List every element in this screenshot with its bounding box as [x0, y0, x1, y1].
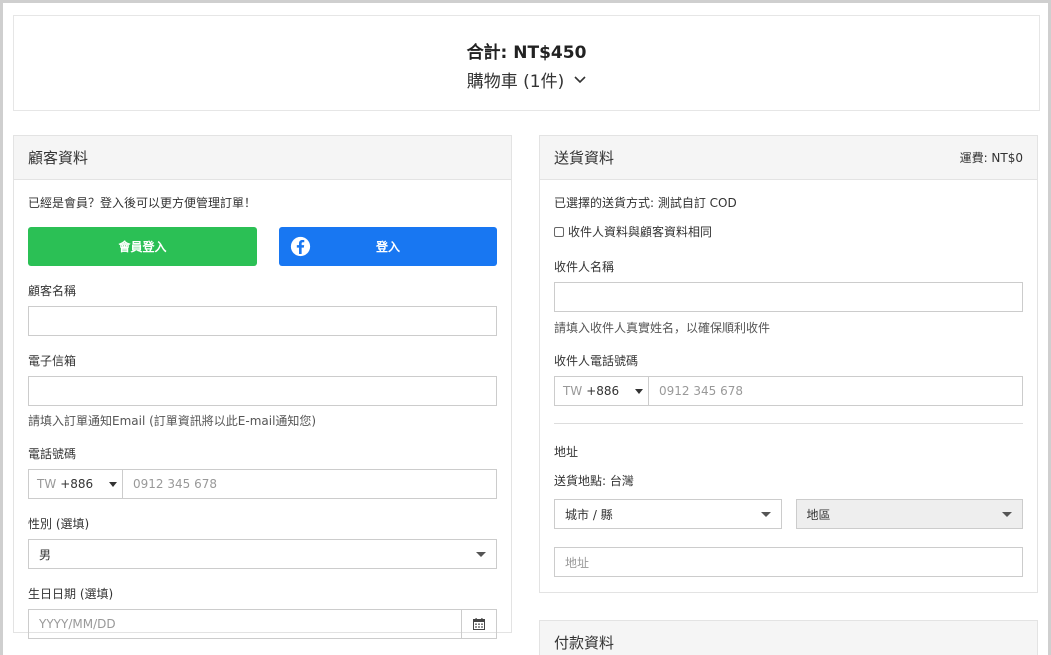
delivery-method: 已選擇的送貨方式: 測試自訂 COD [554, 196, 737, 210]
cart-toggle[interactable]: 購物車 (1件) [467, 67, 586, 92]
caret-down-icon [109, 481, 118, 487]
phone-label: 電話號碼 [28, 447, 77, 461]
city-placeholder: 城市 / 縣 [565, 507, 613, 522]
country-code-select[interactable]: TW +886 [29, 470, 123, 498]
recipient-name-label: 收件人名稱 [554, 260, 615, 274]
delivery-location: 送貨地點: 台灣 [554, 474, 634, 488]
order-summary: 合計: NT$450 購物車 (1件) [13, 15, 1040, 111]
recipient-country-code-select[interactable]: TW +886 [555, 377, 649, 405]
country-code: +886 [586, 384, 620, 398]
customer-name-input[interactable] [28, 306, 497, 336]
member-login-label: 會員登入 [118, 240, 167, 254]
district-placeholder: 地區 [806, 507, 831, 522]
caret-down-icon [760, 511, 771, 517]
caret-down-icon [476, 551, 486, 557]
birthday-label: 生日日期 (選填) [28, 587, 114, 601]
district-select[interactable]: 地區 [795, 499, 1023, 529]
facebook-login-label: 登入 [375, 240, 400, 254]
delivery-panel-title: 送貨資料 [554, 149, 615, 167]
same-as-customer-label: 收件人資料與顧客資料相同 [568, 225, 713, 239]
country-abbr: TW [563, 384, 583, 398]
caret-down-icon [1002, 511, 1012, 517]
facebook-login-button[interactable]: 登入 [278, 227, 497, 266]
email-help: 請填入訂單通知Email (訂單資訊將以此E-mail通知您) [28, 414, 317, 428]
cart-label: 購物車 (1件) [466, 72, 565, 92]
recipient-phone-input[interactable]: 0912 345 678 [649, 377, 1022, 405]
recipient-phone-field: TW +886 0912 345 678 [554, 376, 1023, 406]
calendar-button[interactable] [461, 610, 496, 638]
caret-down-icon [635, 388, 644, 394]
facebook-icon [290, 236, 311, 257]
delivery-panel: 送貨資料 運費: NT$0 已選擇的送貨方式: 測試自訂 COD 收件人資料與顧… [539, 135, 1038, 593]
email-label: 電子信箱 [28, 354, 77, 368]
country-code: +886 [60, 477, 94, 491]
country-abbr: TW [37, 477, 57, 491]
recipient-name-input[interactable] [554, 282, 1023, 312]
customer-panel-title: 顧客資料 [28, 149, 89, 167]
city-select[interactable]: 城市 / 縣 [554, 499, 782, 529]
address-label: 地址 [554, 445, 579, 459]
shipping-fee: 運費: NT$0 [959, 151, 1023, 165]
section-divider [554, 423, 1023, 424]
customer-panel: 顧客資料 已經是會員？登入後可以更方便管理訂單！ 會員登入 登入 顧客名稱 電子… [13, 135, 512, 639]
email-input[interactable] [28, 376, 497, 406]
recipient-name-help: 請填入收件人真實姓名，以確保順利收件 [554, 321, 771, 335]
birthday-field: YYYY/MM/DD [28, 609, 497, 639]
same-as-customer-option[interactable]: 收件人資料與顧客資料相同 [554, 223, 1023, 240]
same-as-customer-checkbox[interactable] [554, 226, 564, 237]
payment-panel: 付款資料 [539, 620, 1038, 655]
address-input[interactable]: 地址 [554, 547, 1023, 577]
calendar-icon [473, 618, 485, 630]
gender-select[interactable]: 男 [28, 539, 497, 569]
gender-value: 男 [39, 547, 52, 562]
phone-input[interactable]: 0912 345 678 [123, 470, 496, 498]
phone-field: TW +886 0912 345 678 [28, 469, 497, 499]
customer-name-label: 顧客名稱 [28, 284, 77, 298]
birthday-input[interactable]: YYYY/MM/DD [29, 610, 461, 638]
chevron-down-icon [574, 75, 586, 83]
payment-panel-title: 付款資料 [554, 634, 615, 652]
gender-label: 性別 (選填) [28, 517, 90, 531]
payment-panel-header: 付款資料 [540, 621, 1037, 655]
checkout-page: 合計: NT$450 購物車 (1件) 顧客資料 已經是會員？登入後可以更方便管… [0, 0, 1051, 655]
delivery-panel-header: 送貨資料 運費: NT$0 [540, 136, 1037, 180]
recipient-phone-label: 收件人電話號碼 [554, 354, 639, 368]
order-total: 合計: NT$450 [466, 43, 587, 63]
member-login-button[interactable]: 會員登入 [28, 227, 257, 266]
customer-panel-header: 顧客資料 [14, 136, 511, 180]
member-prompt: 已經是會員？登入後可以更方便管理訂單！ [28, 196, 257, 210]
